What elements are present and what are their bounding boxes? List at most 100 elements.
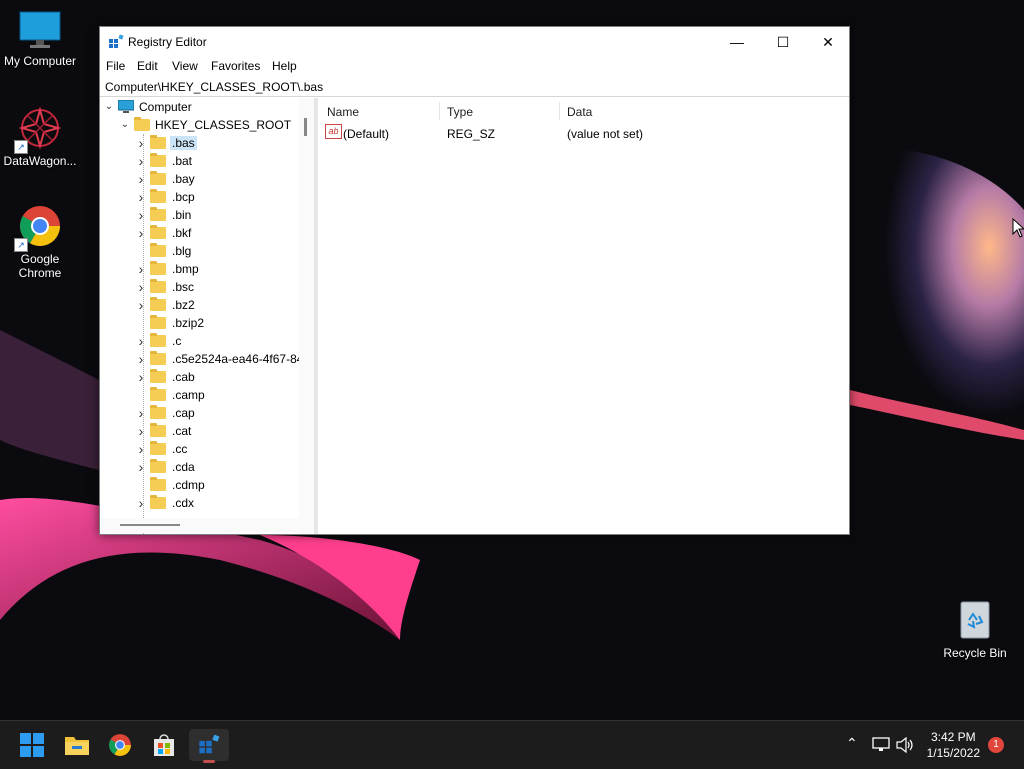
tree-node-key[interactable]: › .bmp: [100, 260, 299, 278]
tree-vertical-scrollbar[interactable]: [299, 98, 315, 534]
start-button[interactable]: [12, 729, 52, 761]
tree-node-computer[interactable]: ⌄ Computer: [100, 98, 299, 116]
tree-node-key[interactable]: › .cda: [100, 458, 299, 476]
tree-node-key[interactable]: › .bat: [100, 152, 299, 170]
expand-chevron-icon[interactable]: ›: [135, 458, 147, 476]
folder-icon: [150, 369, 166, 383]
expand-chevron-icon[interactable]: ›: [135, 278, 147, 296]
value-name: (Default): [343, 127, 390, 141]
expand-chevron-icon[interactable]: ›: [135, 296, 147, 314]
menu-edit[interactable]: Edit: [137, 59, 158, 73]
menu-view[interactable]: View: [172, 59, 198, 73]
expand-chevron-icon[interactable]: ›: [135, 350, 147, 368]
desktop-icon-google-chrome[interactable]: ↗ Google Chrome: [0, 204, 80, 280]
tree-node-key[interactable]: .blg: [100, 242, 299, 260]
tree-node-key[interactable]: › .bkf: [100, 224, 299, 242]
expand-chevron-icon[interactable]: ›: [135, 422, 147, 440]
tree-node-key[interactable]: › .c5e2524a-ea46-4f67-84: [100, 350, 303, 368]
scrollbar-thumb[interactable]: [120, 524, 180, 526]
tree-node-label: .c: [172, 334, 182, 348]
folder-icon: [150, 243, 166, 257]
value-data: (value not set): [567, 127, 644, 141]
folder-icon: [150, 423, 166, 437]
tree-node-key[interactable]: › .cdx: [100, 494, 299, 512]
address-bar[interactable]: Computer\HKEY_CLASSES_ROOT\.bas: [100, 77, 849, 97]
collapse-chevron-icon[interactable]: ⌄: [119, 116, 131, 134]
tree-node-hkey-classes-root[interactable]: ⌄ HKEY_CLASSES_ROOT: [100, 116, 299, 134]
desktop-icon-datawagon[interactable]: ↗ DataWagon...: [0, 106, 80, 168]
column-divider[interactable]: [559, 102, 560, 120]
tree-node-key[interactable]: .camp: [100, 386, 299, 404]
desktop-icon-label: My Computer: [3, 54, 77, 68]
minimize-button[interactable]: —: [714, 27, 760, 57]
expand-chevron-icon[interactable]: ›: [135, 368, 147, 386]
expand-chevron-icon[interactable]: ›: [135, 170, 147, 188]
column-header-name[interactable]: Name: [327, 105, 359, 119]
tree-node-key[interactable]: › .bas: [100, 134, 299, 152]
desktop-icon-recycle-bin[interactable]: Recycle Bin: [935, 598, 1015, 660]
tree-node-key[interactable]: › .bsc: [100, 278, 299, 296]
expand-chevron-icon[interactable]: ›: [135, 188, 147, 206]
expand-chevron-icon[interactable]: ›: [135, 404, 147, 422]
registry-editor-window[interactable]: Registry Editor — ☐ ✕ File Edit View Fav…: [99, 26, 850, 535]
desktop-icon-my-computer[interactable]: My Computer: [0, 10, 80, 68]
volume-icon[interactable]: [896, 737, 914, 753]
tree-node-label: .bat: [172, 154, 193, 168]
expand-chevron-icon[interactable]: ›: [135, 152, 147, 170]
column-header-data[interactable]: Data: [567, 105, 592, 119]
folder-icon: [150, 135, 166, 149]
network-icon[interactable]: [872, 737, 890, 753]
menu-file[interactable]: File: [106, 59, 125, 73]
tree-node-key[interactable]: › .c: [100, 332, 299, 350]
taskbar-microsoft-store[interactable]: [144, 729, 184, 761]
value-row[interactable]: ab (Default) REG_SZ (value not set): [319, 122, 849, 142]
column-header-type[interactable]: Type: [447, 105, 473, 119]
folder-icon: [150, 441, 166, 455]
tree-node-key[interactable]: › .bay: [100, 170, 299, 188]
tree-node-key[interactable]: .cdmp: [100, 476, 299, 494]
maximize-button[interactable]: ☐: [760, 27, 806, 57]
pane-splitter[interactable]: [314, 98, 318, 534]
expand-chevron-icon[interactable]: ›: [135, 134, 147, 152]
system-clock[interactable]: 3:42 PM 1/15/2022: [927, 729, 980, 761]
tree-node-key[interactable]: .bzip2: [100, 314, 299, 332]
expand-chevron-icon[interactable]: ›: [135, 332, 147, 350]
tree-horizontal-scrollbar[interactable]: [100, 518, 299, 532]
tree-node-key[interactable]: › .cab: [100, 368, 299, 386]
taskbar-file-explorer[interactable]: [57, 729, 97, 761]
taskbar-chrome[interactable]: [100, 729, 140, 761]
tree-node-key[interactable]: › .bin: [100, 206, 299, 224]
tree-node-label: .cap: [172, 406, 195, 420]
collapse-chevron-icon[interactable]: ⌄: [103, 98, 115, 116]
expand-chevron-icon[interactable]: ›: [135, 260, 147, 278]
expand-chevron-icon[interactable]: ›: [135, 440, 147, 458]
close-button[interactable]: ✕: [805, 27, 851, 57]
title-bar[interactable]: Registry Editor — ☐ ✕: [100, 27, 849, 57]
tree-node-label: .cda: [172, 460, 195, 474]
folder-icon: [150, 387, 166, 401]
tree-node-label: .cat: [172, 424, 192, 438]
tree-node-key[interactable]: › .bcp: [100, 188, 299, 206]
menu-favorites[interactable]: Favorites: [211, 59, 260, 73]
notification-badge[interactable]: 1: [988, 737, 1004, 753]
tree-node-key[interactable]: › .cap: [100, 404, 299, 422]
list-header: Name Type Data: [319, 98, 849, 123]
folder-icon: [134, 117, 150, 131]
values-list[interactable]: Name Type Data ab (Default) REG_SZ (valu…: [319, 98, 849, 534]
regedit-app-icon: [199, 734, 220, 754]
running-indicator: [203, 760, 215, 763]
expand-chevron-icon[interactable]: ›: [135, 206, 147, 224]
key-tree[interactable]: ⌄ Computer ⌄ HKEY_CLASSES_ROOT › .bas › .ba…: [100, 98, 316, 534]
desktop-icon-label: Recycle Bin: [943, 646, 1007, 660]
chevron-up-icon[interactable]: ⌃: [846, 735, 858, 752]
address-path[interactable]: Computer\HKEY_CLASSES_ROOT\.bas: [105, 80, 323, 94]
expand-chevron-icon[interactable]: ›: [135, 224, 147, 242]
taskbar-registry-editor[interactable]: [189, 729, 229, 763]
menu-help[interactable]: Help: [272, 59, 297, 73]
column-divider[interactable]: [439, 102, 440, 120]
scrollbar-thumb[interactable]: [304, 118, 307, 136]
expand-chevron-icon[interactable]: ›: [135, 494, 147, 512]
tree-node-key[interactable]: › .bz2: [100, 296, 299, 314]
tree-node-key[interactable]: › .cat: [100, 422, 299, 440]
tree-node-key[interactable]: › .cc: [100, 440, 299, 458]
